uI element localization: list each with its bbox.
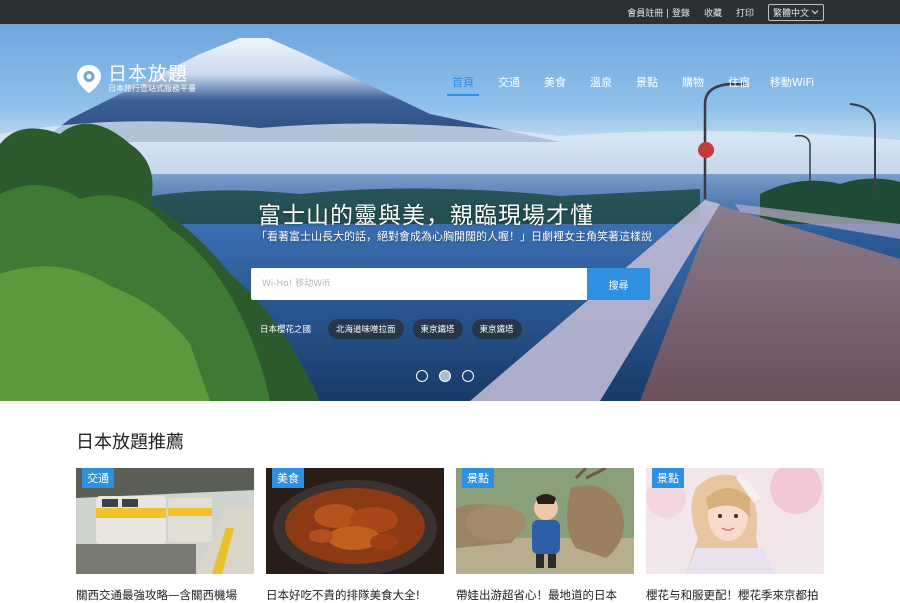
category-badge: 交通: [82, 468, 114, 488]
recommend-card[interactable]: 美食 日本好吃不貴的排隊美食大全!: [266, 468, 444, 603]
nav-item-mobile-wifi[interactable]: 移動WiFi: [762, 74, 822, 96]
hero-subline: 「看著富士山長大的話，絕對會成為心胸開闊的人喔！」日劇裡女主角笑著這樣說: [256, 230, 652, 243]
tag-item[interactable]: 北海道味噌拉面: [328, 319, 404, 339]
card-image-train: 交通: [76, 468, 254, 574]
card-image-food: 美食: [266, 468, 444, 574]
tag-item[interactable]: 東京鐵塔: [471, 319, 522, 339]
category-badge: 景點: [462, 468, 494, 488]
chevron-down-icon: [811, 10, 819, 15]
main-nav: 首頁 交通 美食 溫泉 景點 購物 住宿 移動WiFi: [440, 74, 822, 96]
recommend-cards: 交通 關西交通最強攻略—含關西機場 美食 日本好吃不貴的排隊美食大全! 景點 帶…: [76, 468, 824, 603]
carousel-dot-2[interactable]: [439, 370, 451, 382]
carousel-dot-3[interactable]: [462, 370, 474, 382]
card-image-deer: 景點: [456, 468, 634, 574]
nav-item-food[interactable]: 美食: [532, 74, 578, 96]
nav-item-shopping[interactable]: 購物: [670, 74, 716, 96]
carousel-dot-1[interactable]: [416, 370, 428, 382]
hero-banner: 日本放題 日本旅行壹站式服務平臺 首頁 交通 美食 溫泉 景點 購物 住宿 移動…: [0, 24, 900, 401]
search-bar: 搜尋: [251, 268, 650, 300]
card-title: 櫻花与和服更配！櫻花季來京都拍: [646, 588, 819, 602]
nav-item-home[interactable]: 首頁: [440, 74, 486, 96]
hot-tags: 日本櫻花之國 北海道味噌拉面 東京鐵塔 東京鐵塔: [253, 319, 522, 339]
favorites-link[interactable]: 收藏: [704, 6, 722, 19]
print-link[interactable]: 打印: [736, 6, 754, 19]
nav-item-lodging[interactable]: 住宿: [716, 74, 762, 96]
card-title: 日本好吃不貴的排隊美食大全!: [266, 588, 421, 602]
carousel-indicators: [416, 370, 474, 382]
nav-item-onsen[interactable]: 溫泉: [578, 74, 624, 96]
search-input[interactable]: [251, 268, 587, 300]
tag-item[interactable]: 東京鐵塔: [412, 319, 463, 339]
hero-headline: 富士山的靈與美，親臨現場才懂: [258, 203, 594, 229]
brand-logo[interactable]: 日本放題 日本旅行壹站式服務平臺: [76, 64, 196, 94]
nav-item-transport[interactable]: 交通: [486, 74, 532, 96]
recommend-card[interactable]: 交通 關西交通最強攻略—含關西機場: [76, 468, 254, 603]
card-image-sakura: 景點: [646, 468, 824, 574]
category-badge: 景點: [652, 468, 684, 488]
recommend-card[interactable]: 景點 櫻花与和服更配！櫻花季來京都拍: [646, 468, 824, 603]
brand-title: 日本放題: [108, 63, 189, 85]
nav-item-sights[interactable]: 景點: [624, 74, 670, 96]
card-title: 關西交通最強攻略—含關西機場: [76, 588, 237, 602]
language-select[interactable]: 繁體中文: [767, 3, 824, 21]
brand-subtitle: 日本旅行壹站式服務平臺: [108, 84, 196, 93]
recommend-card[interactable]: 景點 帶娃出游超省心！最地道的日本: [456, 468, 634, 603]
category-badge: 美食: [272, 468, 304, 488]
language-label: 繁體中文: [772, 8, 809, 19]
register-login-link[interactable]: 會員註冊 | 登錄: [627, 6, 690, 19]
location-pin-icon: [77, 65, 101, 93]
section-title: 日本放題推薦: [76, 432, 184, 453]
tag-item[interactable]: 日本櫻花之國: [253, 319, 319, 339]
card-title: 帶娃出游超省心！最地道的日本: [456, 588, 617, 602]
utility-bar: 會員註冊 | 登錄 收藏 打印 繁體中文: [0, 0, 900, 24]
search-button[interactable]: 搜尋: [587, 268, 650, 300]
